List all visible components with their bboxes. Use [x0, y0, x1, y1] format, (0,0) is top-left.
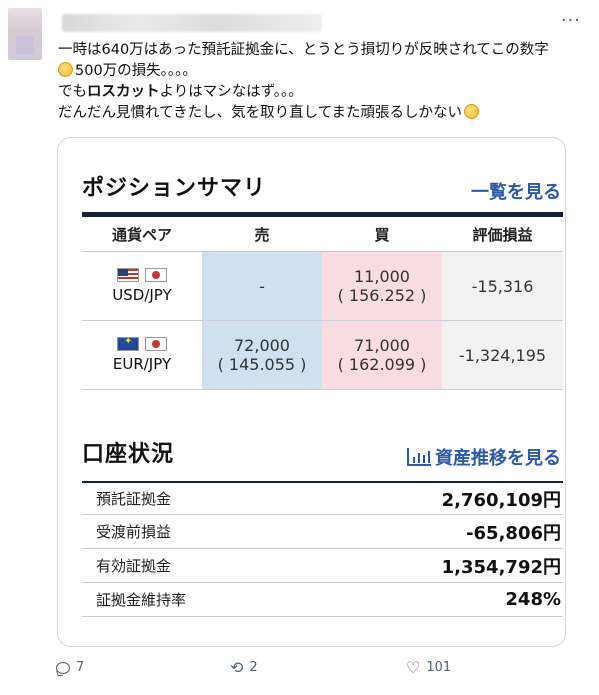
retweet-button[interactable]: ⟲ 2 — [230, 657, 258, 677]
table-row: USD/JPY - 11,000 ( 156.252 ) -15,316 — [82, 252, 563, 321]
sell-amount: - — [259, 276, 265, 296]
header-currency-pair: 通貨ペア — [111, 225, 172, 244]
tweet-actions: 7 ⟲ 2 ♡ 101 — [56, 657, 476, 680]
header-buy: 買 — [374, 225, 390, 244]
like-count: 101 — [426, 660, 452, 675]
tweet-line-2: 500万の損失。。。。 — [58, 61, 588, 82]
account-label: 証拠金維持率 — [96, 591, 187, 609]
table-row: EUR/JPY 72,000 ( 145.055 ) 71,000 ( 162.… — [82, 321, 563, 390]
jp-flag-icon — [145, 337, 167, 351]
position-summary-title: ポジションサマリ — [82, 176, 267, 201]
header-sell: 売 — [254, 225, 270, 244]
heart-icon: ♡ — [406, 657, 421, 677]
account-status-title: 口座状況 — [82, 442, 175, 467]
buy-amount: 11,000 — [354, 267, 410, 286]
buy-rate: ( 162.099 ) — [337, 355, 427, 374]
buy-cell: 71,000 ( 162.099 ) — [322, 321, 442, 389]
table-row: 預託証拠金 2,760,109円 — [82, 481, 563, 515]
reply-count: 7 — [76, 660, 85, 675]
account-label: 受渡前損益 — [96, 523, 172, 541]
position-table-header: 通貨ペア 売 買 評価損益 — [82, 217, 563, 252]
account-value: 1,354,792円 — [441, 556, 561, 578]
us-flag-icon — [117, 268, 139, 282]
attached-image-card[interactable]: ポジションサマリ 一覧を見る 通貨ペア 売 買 評価損益 USD/JPY - 1… — [57, 137, 566, 647]
table-row: 受渡前損益 -65,806円 — [82, 515, 563, 549]
avatar[interactable] — [8, 8, 42, 60]
pair-label: EUR/JPY — [112, 355, 172, 373]
view-list-link[interactable]: 一覧を見る — [471, 178, 561, 204]
table-row: 有効証拠金 1,354,792円 — [82, 549, 563, 583]
view-asset-history-link[interactable]: 資産推移を見る — [407, 444, 561, 470]
reply-button[interactable]: 7 — [56, 660, 84, 675]
reply-icon — [56, 661, 70, 674]
jp-flag-icon — [145, 268, 167, 282]
account-value: 2,760,109円 — [441, 489, 561, 511]
pl-cell: -1,324,195 — [442, 321, 563, 389]
account-table: 預託証拠金 2,760,109円 受渡前損益 -65,806円 有効証拠金 1,… — [82, 481, 563, 617]
tweet-line-4: だんだん見慣れてきたし、気を取り直してまた頑張るしかない — [58, 103, 588, 124]
bar-chart-icon — [407, 448, 431, 466]
tweet-line-1: 一時は640万はあった預託証拠金に、とうとう損切りが反映されてこの数字 — [58, 42, 549, 58]
position-table: 通貨ペア 売 買 評価損益 USD/JPY - 11,000 ( 156.252… — [82, 212, 563, 390]
crying-face-icon — [463, 104, 479, 119]
buy-amount: 71,000 — [354, 336, 410, 355]
sell-amount: 72,000 — [234, 336, 290, 355]
buy-cell: 11,000 ( 156.252 ) — [322, 252, 442, 320]
sell-rate: ( 145.055 ) — [217, 355, 307, 374]
header-unrealized-pl: 評価損益 — [472, 225, 533, 244]
account-value: 248% — [505, 589, 561, 610]
blurred-username[interactable] — [62, 14, 322, 32]
buy-rate: ( 156.252 ) — [337, 286, 427, 305]
eu-flag-icon — [117, 337, 139, 351]
sell-cell: 72,000 ( 145.055 ) — [202, 321, 322, 389]
pl-cell: -15,316 — [442, 252, 563, 320]
currency-pair-cell: EUR/JPY — [82, 321, 202, 389]
table-row: 証拠金維持率 248% — [82, 583, 563, 617]
pair-label: USD/JPY — [112, 286, 172, 304]
like-button[interactable]: ♡ 101 — [406, 657, 452, 677]
sell-cell: - — [202, 252, 322, 320]
retweet-icon: ⟲ — [230, 657, 244, 677]
account-label: 有効証拠金 — [96, 557, 172, 575]
account-label: 預託証拠金 — [96, 490, 172, 508]
tweet-text: 一時は640万はあった預託証拠金に、とうとう損切りが反映されてこの数字 500万… — [58, 40, 588, 124]
pleading-face-icon — [58, 62, 73, 77]
currency-pair-cell: USD/JPY — [82, 252, 202, 320]
account-value: -65,806円 — [466, 522, 561, 544]
retweet-count: 2 — [249, 660, 258, 675]
more-options-icon[interactable]: ··· — [561, 10, 581, 31]
tweet-line-3: でもロスカットよりはマシなはず。。。 — [58, 84, 303, 100]
